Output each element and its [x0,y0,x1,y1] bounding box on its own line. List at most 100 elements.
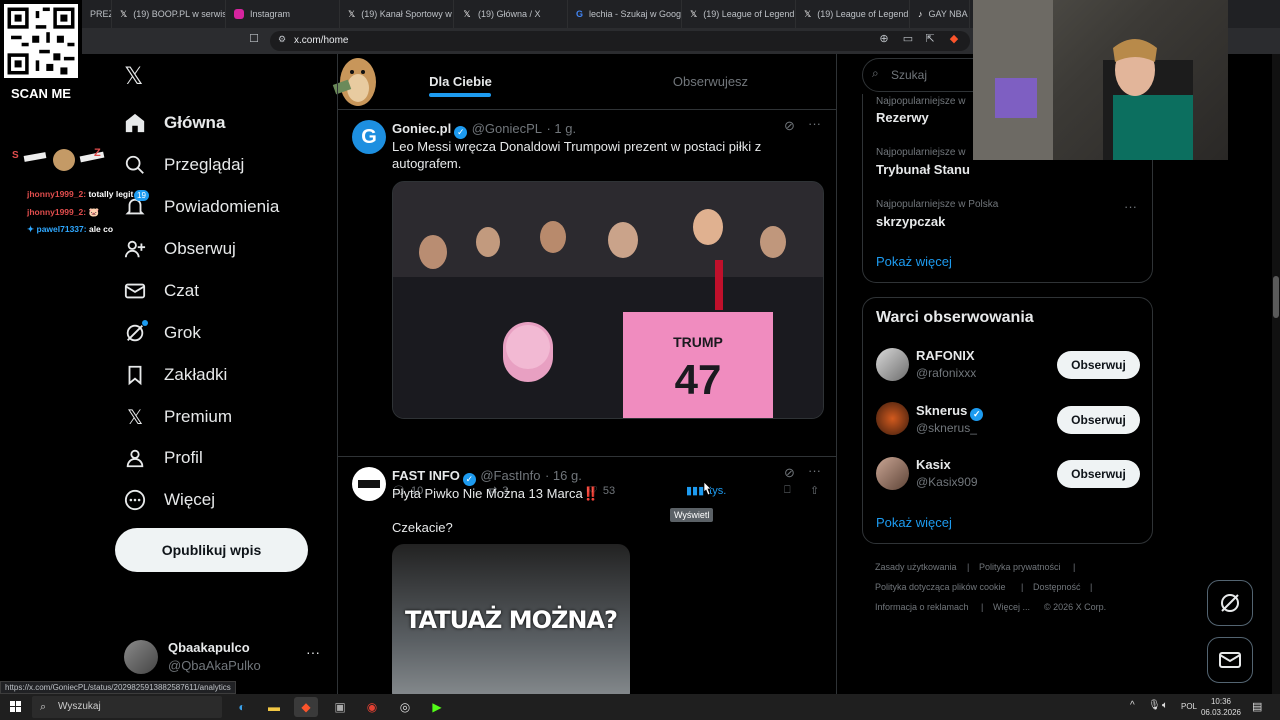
avatar [124,640,158,674]
tweet-text: Czekacie? [392,520,453,535]
browser-tab[interactable]: Glechia - Szukaj w Goog [568,0,682,28]
obs-icon[interactable]: ◎ [393,697,417,717]
folder-icon[interactable]: ▬ [262,697,286,717]
nav-more[interactable]: Więcej [124,482,215,518]
brave-shield-icon[interactable]: ◆ [946,30,962,48]
screen-icon[interactable]: ▭ [900,30,916,48]
nav-explore[interactable]: Przeglądaj [124,147,244,183]
trend-name[interactable]: Trybunał Stanu [876,162,970,177]
bookmark-page-icon[interactable]: ☐ [246,30,262,48]
more-options-icon[interactable]: ··· [808,463,821,478]
clock[interactable]: 10:36 06.03.2026 [1200,696,1242,718]
follow-button[interactable]: Obserwuj [1057,460,1140,488]
x-logo-icon[interactable]: 𝕏 [124,64,150,90]
language-indicator[interactable]: POL [1181,702,1197,711]
home-icon [124,112,146,134]
avatar[interactable] [876,402,909,435]
taskbar-search[interactable]: Wyszukaj [32,696,222,718]
nav-premium[interactable]: 𝕏 Premium [124,399,232,435]
nav-home[interactable]: Główna [124,105,225,141]
volume-icon[interactable]: 🔈︎ [1162,700,1168,711]
chat-message: jhonny1999_2: 🐷 [27,207,100,217]
grok-icon[interactable]: ⊘ [784,118,795,134]
show-more-link[interactable]: Pokaż więcej [876,515,952,530]
user-name[interactable]: Sknerus ✓ [916,403,984,421]
footer-link[interactable]: Informacja o reklamach [875,602,969,612]
kick-icon[interactable]: ▶ [425,697,449,717]
more-options-icon[interactable]: ··· [1124,199,1137,214]
tweet-handle[interactable]: @GoniecPL [472,121,542,136]
show-more-link[interactable]: Pokaż więcej [876,254,952,269]
site-info-icon[interactable]: ⚙ [274,30,290,48]
grok-icon[interactable]: ⊘ [784,465,795,481]
qr-label: SCAN ME [11,86,71,101]
follow-button[interactable]: Obserwuj [1057,406,1140,434]
notifications-icon[interactable]: ▤ [1252,700,1262,713]
scrollbar-thumb[interactable] [1273,276,1279,318]
footer-link[interactable]: Zasady użytkowania [875,562,957,572]
svg-text:Z: Z [94,147,101,159]
more-options-icon[interactable]: ··· [808,116,821,131]
browser-tab[interactable]: 𝕏 (19) League of Legend [682,0,796,28]
user-handle[interactable]: @rafonixxx [916,366,976,380]
nav-profile[interactable]: Profil [124,440,203,476]
tweet-time[interactable]: · 1 g. [546,121,576,136]
tweet[interactable]: FAST INFO ✓ @FastInfo · 16 g. ⊘ ··· Płyta… [338,457,836,694]
avatar[interactable] [876,348,909,381]
browser-tab[interactable]: PREZY [82,0,112,28]
nav-chat[interactable]: Czat [124,273,199,309]
edge-icon[interactable]: ◐ [230,697,254,717]
browser-tab[interactable]: 𝕏 (19) League of Legend [796,0,910,28]
post-button[interactable]: Opublikuj wpis [115,528,308,572]
footer-link[interactable]: Dostępność [1033,582,1081,592]
nav-bookmarks[interactable]: Zakładki [124,357,227,393]
browser-tab[interactable]: 𝕏 (19) Kanał Sportowy w [340,0,454,28]
nav-grok[interactable]: Grok [124,315,201,351]
x-icon: 𝕏 [804,9,812,19]
tweet-image[interactable]: TRUMP 47 [392,181,824,419]
user-handle[interactable]: @sknerus_ [916,421,977,435]
bell-icon: 19 [124,190,149,218]
messages-float-button[interactable] [1207,637,1253,683]
chrome-icon[interactable]: ◉ [360,697,384,717]
browser-tab[interactable]: 𝕏 (19) BOOP.PL w serwis [112,0,226,28]
microphone-icon[interactable]: 🎙︎ [1148,700,1161,711]
zoom-icon[interactable]: ⊕ [876,30,892,48]
notification-badge: 19 [134,190,149,201]
tweet-image[interactable]: TATUAŻ MOŻNA? [392,544,630,694]
footer-link[interactable]: Polityka prywatności [979,562,1061,572]
footer-link[interactable]: Więcej ... [993,602,1030,612]
tab-for-you[interactable]: Dla Ciebie [338,54,583,109]
webcam-feed-icon [973,0,1193,160]
scrollbar[interactable] [1272,54,1280,694]
follow-button[interactable]: Obserwuj [1057,351,1140,379]
windows-start-icon[interactable] [4,697,28,717]
app-icon[interactable]: ▣ [328,697,352,717]
tweet-author[interactable]: Goniec.pl [392,121,451,136]
browser-tab[interactable]: Instagram [226,0,340,28]
browser-tab[interactable]: ♪ GAY NBA [910,0,970,28]
nav-notifications[interactable]: 19 Powiadomienia [124,189,279,225]
footer-link[interactable]: Polityka dotycząca plików cookie [875,582,1006,592]
tweet-handle[interactable]: @FastInfo [480,468,540,483]
grok-float-button[interactable] [1207,580,1253,626]
user-handle[interactable]: @Kasix909 [916,475,978,489]
tweet-time[interactable]: · 16 g. [545,468,582,483]
bookmark-icon [124,364,146,386]
trend-name[interactable]: Rezerwy [876,110,929,125]
brave-icon[interactable]: ◆ [294,697,318,717]
tweet-text: Leo Messi wręcza Donaldowi Trumpowi prez… [392,139,762,171]
tweet[interactable]: G Goniec.pl ✓ @GoniecPL · 1 g. ⊘ ··· Leo … [338,110,836,522]
user-name[interactable]: Kasix [916,457,951,472]
avatar[interactable] [876,457,909,490]
share-icon[interactable]: ⇱ [922,30,938,48]
tab-following[interactable]: Obserwujesz [583,54,836,109]
tray-expand-icon[interactable]: ^ [1130,700,1135,711]
account-switcher[interactable]: Qbaakapulco @QbaAkaPulko ··· [122,638,334,678]
tweet-author[interactable]: FAST INFO [392,468,460,483]
user-name[interactable]: RAFONIX [916,348,975,363]
nav-follow[interactable]: Obserwuj [124,231,236,267]
trend-name[interactable]: skrzypczak [876,214,945,229]
browser-tab[interactable]: 𝕏 (19) Główna / X [454,0,568,28]
tiktok-icon: ♪ [918,9,923,19]
